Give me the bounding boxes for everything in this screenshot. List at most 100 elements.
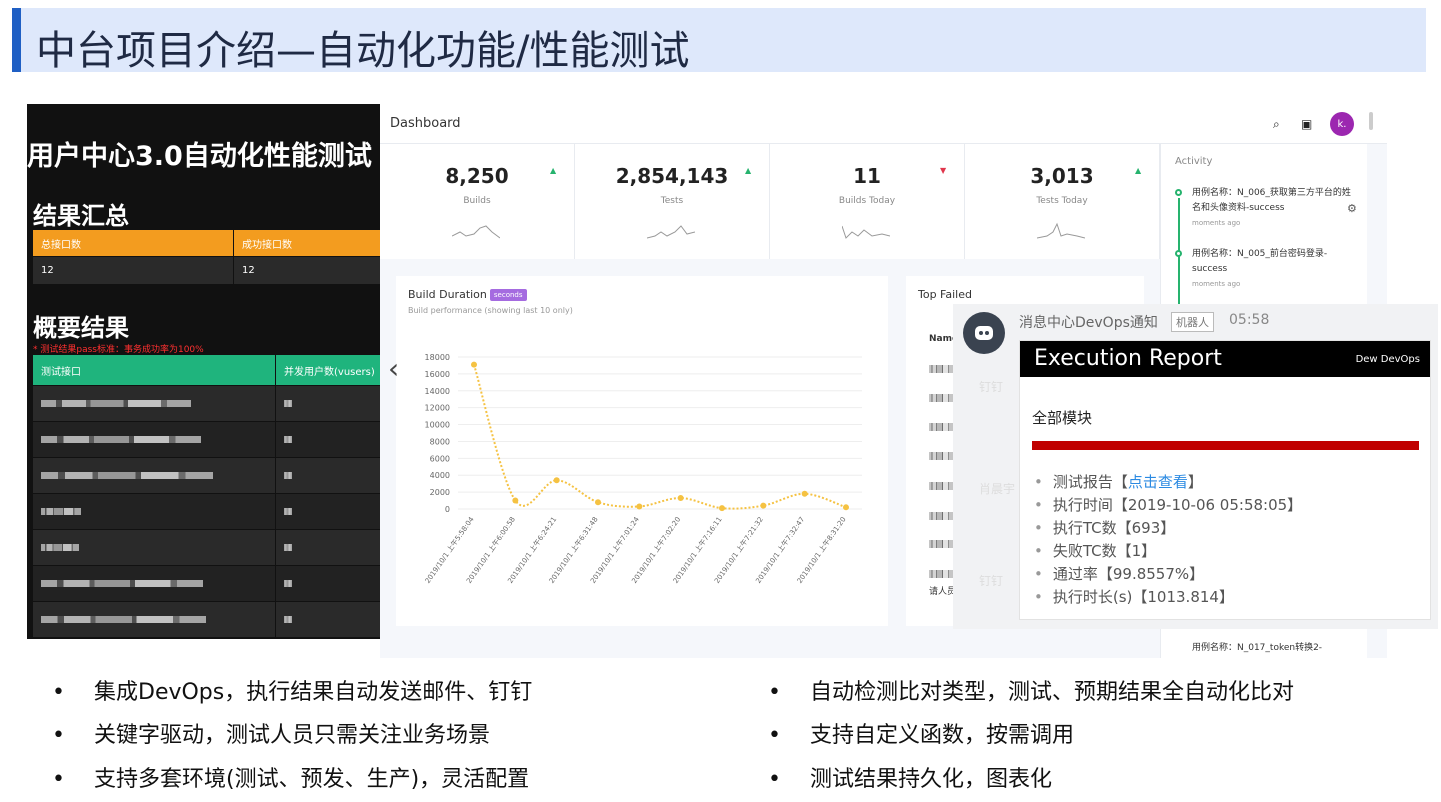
overview-header-row: 测试接口 并发用户数(vusers) <box>33 355 380 385</box>
y-tick-label: 10000 <box>425 421 450 430</box>
data-point <box>471 361 477 368</box>
overview-header-vusers: 并发用户数(vusers) <box>276 355 380 385</box>
x-tick-label: 2019/10/1 上午7:02:20 <box>630 515 683 585</box>
stat-card-tests-today: 3,013 Tests Today ▲ <box>965 144 1160 259</box>
list-item: • 执行时长(s)【1013.814】 <box>1034 588 1234 606</box>
dingtalk-notification: 消息中心DevOps通知 机器人 05:58 钉钉 肖晨宇 钉钉 Executi… <box>953 304 1438 629</box>
watermark: 肖晨宇 <box>979 482 1016 496</box>
report-card-brand: Dew DevOps <box>1355 354 1420 365</box>
execution-report-card[interactable]: Execution Report Dew DevOps 全部模块 • 测试报告【点… <box>1019 340 1431 620</box>
list-item <box>929 394 953 402</box>
x-tick-label: 2019/10/1 上午7:16:11 <box>671 515 724 585</box>
sparkline <box>842 225 890 239</box>
message-time: 05:58 <box>1229 312 1270 328</box>
x-tick-label: 2019/10/1 上午6:31:48 <box>547 515 600 585</box>
chevron-left-icon[interactable]: ‹ <box>388 352 399 385</box>
x-tick-label: 2019/10/1 上午6:00:58 <box>464 515 517 585</box>
view-report-link[interactable]: 点击查看 <box>1128 473 1188 491</box>
list-item: • 测试报告【点击查看】 <box>1034 473 1203 491</box>
x-tick-label: 2019/10/1 上午7:32:47 <box>754 515 807 585</box>
list-item <box>929 570 953 578</box>
top-failed-title: Top Failed <box>918 288 972 301</box>
y-tick-label: 6000 <box>430 454 450 463</box>
status-dot-icon <box>1175 189 1182 196</box>
x-tick-label: 2019/10/1 上午5:58:04 <box>423 515 476 585</box>
report-details: • 测试报告【点击查看】 • 执行时间【2019-10-06 05:58:05】 •… <box>1034 471 1302 609</box>
list-item: • 执行时间【2019-10-06 05:58:05】 <box>1034 496 1303 514</box>
slide-title-bar: 中台项目介绍—自动化功能/性能测试 <box>12 8 1426 74</box>
trend-down-icon: ▼ <box>940 166 947 175</box>
performance-report-panel: 用户中心3.0自动化性能测试 结果汇总 总接口数 成功接口数 12 12 概要结… <box>27 104 380 639</box>
activity-heading: Activity <box>1175 156 1213 167</box>
feature-bullet: • 自动检测比对类型，测试、预期结果全自动化比对 <box>768 680 1295 705</box>
table-row <box>33 422 380 457</box>
feature-bullet: • 支持多套环境(测试、预发、生产)，灵活配置 <box>52 767 530 792</box>
table-row <box>33 494 380 529</box>
sparkline <box>647 225 695 239</box>
activity-item[interactable]: 用例名称：N_017_token转换2- <box>1171 641 1356 656</box>
briefcase-icon[interactable]: ▣ <box>1301 117 1312 131</box>
activity-item[interactable]: 用例名称：N_006_获取第三方平台的姓名和头像资料-success momen… <box>1171 186 1356 231</box>
data-point <box>595 499 601 506</box>
stat-value: 8,250 <box>445 164 509 188</box>
y-tick-label: 18000 <box>425 353 450 362</box>
summary-header-row: 总接口数 成功接口数 <box>33 230 380 256</box>
x-tick-label: 2019/10/1 上午7:01:24 <box>588 515 641 585</box>
activity-item[interactable]: 用例名称：N_005_前台密码登录-success moments ago <box>1171 247 1356 292</box>
summary-value-row: 12 12 <box>33 257 380 284</box>
pass-criteria-note: * 测试结果pass标准：事务成功率为100% <box>33 345 204 355</box>
summary-value-total: 12 <box>33 257 234 284</box>
x-tick-label: 2019/10/1 上午7:21:32 <box>712 515 765 585</box>
summary-value-success: 12 <box>234 257 380 284</box>
list-item: • 失败TC数【1】 <box>1034 542 1157 560</box>
result-bar <box>1032 441 1419 450</box>
overview-heading: 概要结果 <box>33 314 129 342</box>
status-dot-icon <box>1175 250 1182 257</box>
y-tick-label: 14000 <box>425 387 450 396</box>
stat-label: Tests <box>660 196 684 206</box>
data-point <box>801 490 808 497</box>
search-icon[interactable]: ⌕ <box>1273 117 1280 132</box>
title-accent-bar <box>12 8 21 72</box>
summary-header-total: 总接口数 <box>33 230 234 256</box>
robot-tag: 机器人 <box>1171 312 1214 332</box>
trend-up-icon: ▲ <box>1135 166 1142 175</box>
stat-label: Builds Today <box>838 196 896 206</box>
watermark: 钉钉 <box>979 380 1004 394</box>
feature-bullet: • 集成DevOps，执行结果自动发送邮件、钉钉 <box>52 680 533 705</box>
y-tick-label: 2000 <box>430 488 450 497</box>
report-card-header: Execution Report Dew DevOps <box>1020 341 1430 377</box>
trend-up-icon: ▲ <box>745 166 752 175</box>
summary-heading: 结果汇总 <box>33 202 129 230</box>
table-row <box>33 458 380 493</box>
x-tick-label: 2019/10/1 上午8:31:20 <box>795 515 848 585</box>
robot-avatar-icon <box>963 312 1005 354</box>
list-item <box>929 482 953 490</box>
y-tick-label: 12000 <box>425 404 450 413</box>
build-duration-card: Build Duration seconds Build performance … <box>396 276 888 626</box>
stat-card-tests: 2,854,143 Tests ▲ <box>575 144 770 259</box>
avatar[interactable]: k. <box>1330 112 1354 136</box>
list-item: • 通过率【99.8557%】 <box>1034 565 1205 583</box>
stat-value: 3,013 <box>1030 164 1094 188</box>
y-tick-label: 16000 <box>425 370 450 379</box>
data-point <box>677 495 684 502</box>
table-row <box>33 602 380 637</box>
list-item: • 执行TC数【693】 <box>1034 519 1176 537</box>
data-point <box>636 503 643 510</box>
stat-label: Builds <box>463 196 491 206</box>
scrollbar[interactable] <box>1369 112 1373 130</box>
list-item <box>929 540 953 548</box>
feature-bullet: • 关键字驱动，测试人员只需关注业务场景 <box>52 723 491 748</box>
activity-time: moments ago <box>1192 280 1241 288</box>
report-card-title: Execution Report <box>1034 346 1222 371</box>
gear-icon[interactable]: ⚙ <box>1347 202 1357 215</box>
series-line <box>473 364 847 510</box>
data-point <box>843 504 849 511</box>
trend-up-icon: ▲ <box>550 166 557 175</box>
activity-text: 用例名称：N_017_token转换2- <box>1192 643 1323 653</box>
sender-name: 消息中心DevOps通知 <box>1019 315 1158 331</box>
dashboard-topbar: Dashboard ⌕ ▣ k. <box>380 104 1387 144</box>
activity-text: 用例名称：N_006_获取第三方平台的姓名和头像资料-success <box>1192 188 1351 213</box>
summary-header-success: 成功接口数 <box>234 230 380 256</box>
